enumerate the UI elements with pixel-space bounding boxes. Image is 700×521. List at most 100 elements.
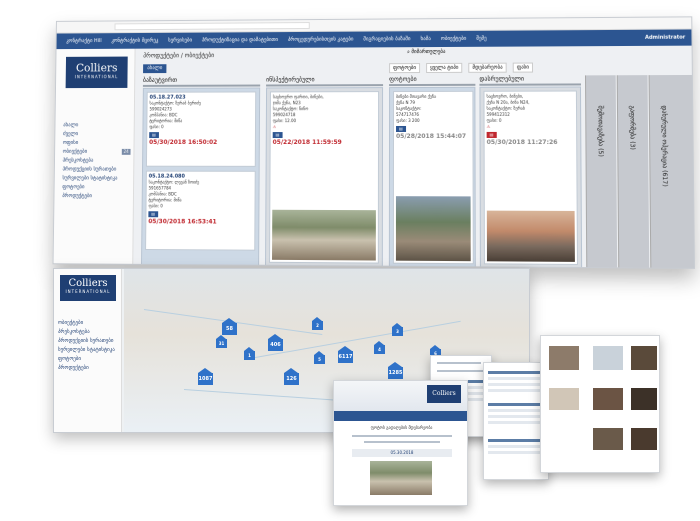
nav-item[interactable]: ხამა <box>421 36 431 42</box>
nav-item[interactable]: სერვისები <box>168 38 192 44</box>
sidebar-item[interactable]: სურვილები სტატისტიკა <box>62 174 130 183</box>
logo-name: Colliers <box>66 57 128 75</box>
sidebar-item-label: ოფისი <box>63 140 78 146</box>
nav-item[interactable]: პროდუქტიზაცია და დამატებითი <box>202 37 278 43</box>
nav-item[interactable]: კონტრაქტის მცირეკ <box>111 38 158 44</box>
sidebar-item[interactable]: ფოტოები <box>58 355 120 364</box>
nav-item[interactable]: კონტრაქტი Hill <box>66 38 102 44</box>
property-photo <box>549 388 579 410</box>
search-input[interactable]: ⌕ მიმართულება <box>407 49 528 60</box>
address-bar[interactable] <box>115 22 310 30</box>
sidebar-item[interactable]: პრესკოსტება <box>58 328 120 337</box>
map-cluster-marker[interactable]: 31 <box>216 339 227 348</box>
card-warning: ⚠ <box>273 124 376 130</box>
sidebar-item-label: პროდუქტები <box>58 365 89 371</box>
count-badge: 24 <box>122 149 131 155</box>
map-cluster-marker[interactable]: 5 <box>314 355 325 364</box>
property-card[interactable]: 05.18.24.080 საკონტაქტო: ლევან ზოიძე 591… <box>145 171 256 251</box>
sidebar-item[interactable]: ოფისი <box>63 139 131 148</box>
sidebar-item-label: პროდუქციის სურათები <box>58 338 113 344</box>
details-button[interactable]: ▤ <box>396 126 406 132</box>
sidebar-item[interactable]: ძველი <box>63 130 131 139</box>
collapsed-column[interactable]: დახურული ოპერაცია (617) <box>649 75 695 268</box>
colliers-logo[interactable]: Colliers INTERNATIONAL <box>66 57 128 89</box>
property-photo <box>631 346 657 370</box>
text-line <box>437 370 487 372</box>
property-photo <box>593 388 623 410</box>
nav-item[interactable]: შემე <box>476 36 486 42</box>
cover-date: 05.30.2018 <box>352 449 452 457</box>
sidebar-item[interactable]: პროდუქციის სურათები <box>63 166 131 175</box>
sidebar-item[interactable]: პროდუქციის სურათები <box>58 337 120 346</box>
sidebar-item[interactable]: პროდუქტები <box>62 192 130 201</box>
new-button[interactable]: ახალი <box>143 64 166 73</box>
collapsed-column[interactable]: გაფორმება (3) <box>617 75 650 267</box>
filter-dropdown[interactable]: მდებარეობა <box>468 63 506 73</box>
collapsed-column-label: გაფორმება (3) <box>628 106 636 150</box>
map-cluster-marker[interactable]: 6117 <box>338 351 353 363</box>
sidebar-item[interactable]: პრესკოსტება <box>63 157 131 166</box>
table-row <box>488 383 546 386</box>
cover-header: Colliers <box>334 381 467 411</box>
sidebar-item-label: სურვილები სტატისტიკა <box>58 347 115 353</box>
nav-item[interactable]: მიგრაციების ბაზაში <box>363 36 410 42</box>
map-cluster-marker[interactable]: 1 <box>244 351 255 360</box>
colliers-logo: Colliers <box>427 385 461 403</box>
map-cluster-marker[interactable]: 1087 <box>198 373 213 385</box>
column-header: ბაზაუტვირთ <box>143 77 260 87</box>
details-button[interactable]: ▤ <box>487 132 497 138</box>
card-date: 05/28/2018 15:44:07 <box>396 134 470 140</box>
card-date: 05/30/2018 11:27:26 <box>487 140 575 146</box>
sidebar: Colliers INTERNATIONAL ახალი ძველი ოფისი… <box>54 49 136 264</box>
sidebar-item[interactable]: ობიექტები <box>58 319 120 328</box>
property-card[interactable]: საცხოვრო ფართი, ბინები, ჯიმა ქუჩა, N23 ს… <box>269 91 379 263</box>
sidebar-item-label: პროდუქტები <box>62 193 92 199</box>
collapsed-column[interactable]: შემოთავაზება (5) <box>585 75 617 267</box>
logo-tagline: INTERNATIONAL <box>66 74 128 79</box>
map-cluster-marker[interactable]: 4 <box>374 345 385 354</box>
table-row <box>488 389 546 392</box>
sidebar-item[interactable]: ფოტოები <box>62 183 130 192</box>
filter-dropdown[interactable]: ყველა ტიპი <box>426 63 462 73</box>
details-button[interactable]: ▤ <box>149 132 159 138</box>
map-cluster-marker[interactable]: 1285 <box>388 367 403 379</box>
filter-dropdown[interactable]: ფასი <box>513 63 533 73</box>
property-card[interactable]: საცხოვრო, ბინები, ქუჩა N 20ა, ბინა N24, … <box>483 91 578 265</box>
map-cluster-marker[interactable]: 3 <box>392 327 403 336</box>
sidebar-item[interactable]: ობიექტები 24 <box>63 148 131 157</box>
card-line: ფასი: 0 <box>148 203 252 209</box>
colliers-logo[interactable]: Colliers INTERNATIONAL <box>60 275 116 301</box>
map-cluster-marker[interactable]: 58 <box>222 323 237 335</box>
breadcrumb[interactable]: პროდუქტები / ობიექტები <box>143 52 214 59</box>
cover-band <box>334 411 467 421</box>
sidebar-item[interactable]: სურვილები სტატისტიკა <box>58 346 120 355</box>
table-row <box>488 421 546 424</box>
map-cluster-marker[interactable]: 126 <box>284 373 299 385</box>
property-card[interactable]: 05.18.27.023 საკონტაქტო: ზურაბ ბერიძე 59… <box>146 91 256 166</box>
search-icon: ⌕ <box>407 49 410 55</box>
table-row <box>488 439 546 442</box>
details-button[interactable]: ▤ <box>148 211 158 217</box>
text-line <box>437 362 481 364</box>
search-label: მიმართულება <box>411 49 445 55</box>
property-card[interactable]: ბინები მთავარი ქუჩა ქუჩა N 79 საკონტაქტო… <box>393 91 474 264</box>
collapsed-column-label: დახურული ოპერაცია (617) <box>660 105 668 186</box>
details-button[interactable]: ▤ <box>273 132 283 138</box>
column-header: დასრულებული <box>479 75 581 85</box>
sidebar-item[interactable]: ახალი <box>63 121 131 130</box>
nav-item[interactable]: ობიექტები <box>441 36 466 42</box>
card-line: ფასი: 3 200 <box>396 118 470 124</box>
nav-item[interactable]: პროცედურებისთვის კატები <box>288 37 354 43</box>
admin-user-menu[interactable]: Administrator <box>645 35 685 41</box>
card-date: 05/22/2018 11:59:59 <box>273 140 376 146</box>
map-cluster-marker[interactable]: 406 <box>268 339 283 351</box>
filter-dropdown[interactable]: ფოტოები <box>389 63 420 73</box>
sidebar-item-label: ახალი <box>63 122 78 128</box>
photo-report-page <box>540 335 660 473</box>
text-line <box>364 441 440 443</box>
map-cluster-marker[interactable]: 2 <box>312 321 323 330</box>
sidebar-menu: ობიექტები პრესკოსტება პროდუქციის სურათებ… <box>58 319 120 373</box>
property-photo <box>593 428 623 450</box>
sidebar-item[interactable]: პროდუქტები <box>58 364 120 373</box>
sidebar-item-label: ფოტოები <box>58 356 81 362</box>
